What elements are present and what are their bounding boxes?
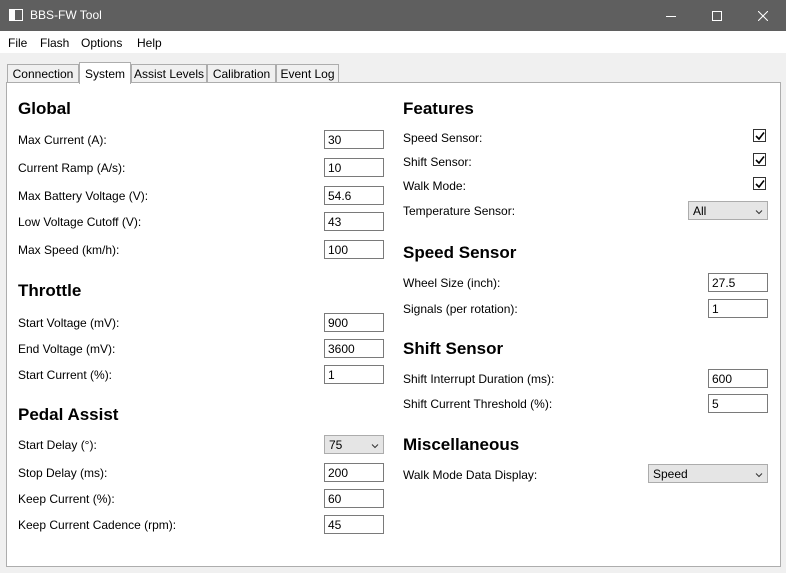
chevron-down-icon [755,205,763,219]
menu-bar: File Flash Options Help [0,31,786,53]
signals-label: Signals (per rotation): [403,302,518,316]
max-speed-input[interactable]: 100 [324,240,384,259]
checkmark-icon [755,132,765,141]
max-current-label: Max Current (A): [18,133,107,147]
signals-input[interactable]: 1 [708,299,768,318]
stop-delay-label: Stop Delay (ms): [18,466,108,480]
current-ramp-input[interactable]: 10 [324,158,384,177]
keep-current-input[interactable]: 60 [324,489,384,508]
start-delay-label: Start Delay (°): [18,438,97,452]
app-window-icon [9,9,23,21]
minimize-button[interactable] [648,0,694,31]
chevron-down-icon [371,439,379,453]
temperature-sensor-label: Temperature Sensor: [403,204,516,218]
walk-mode-data-display-select[interactable]: Speed [648,464,768,483]
end-voltage-input[interactable]: 3600 [324,339,384,358]
speed-sensor-heading: Speed Sensor [403,243,517,262]
max-battery-voltage-input[interactable]: 54.6 [324,186,384,205]
menu-options[interactable]: Options [81,36,122,50]
start-voltage-input[interactable]: 900 [324,313,384,332]
tab-calibration[interactable]: Calibration [207,64,276,83]
start-delay-value: 75 [329,438,343,452]
max-speed-label: Max Speed (km/h): [18,243,120,257]
walk-mode-checkbox[interactable] [753,177,766,190]
low-voltage-cutoff-input[interactable]: 43 [324,212,384,231]
start-voltage-label: Start Voltage (mV): [18,316,120,330]
temperature-sensor-select[interactable]: All [688,201,768,220]
shift-sensor-heading: Shift Sensor [403,339,504,358]
title-bar: BBS-FW Tool [0,0,786,31]
walk-mode-data-display-value: Speed [653,467,688,481]
end-voltage-label: End Voltage (mV): [18,342,116,356]
start-current-input[interactable]: 1 [324,365,384,384]
keep-current-cadence-label: Keep Current Cadence (rpm): [18,518,177,532]
features-heading: Features [403,99,474,118]
checkmark-icon [755,180,765,189]
global-heading: Global [18,99,71,118]
keep-current-label: Keep Current (%): [18,492,115,506]
menu-help[interactable]: Help [137,36,162,50]
walk-mode-label: Walk Mode: [403,179,466,193]
chevron-down-icon [755,468,763,482]
tab-connection[interactable]: Connection [7,64,79,83]
tab-strip: Connection System Assist Levels Calibrat… [0,53,786,84]
low-voltage-cutoff-label: Low Voltage Cutoff (V): [18,215,142,229]
keep-current-cadence-input[interactable]: 45 [324,515,384,534]
shift-interrupt-duration-label: Shift Interrupt Duration (ms): [403,372,555,386]
stop-delay-input[interactable]: 200 [324,463,384,482]
checkmark-icon [755,156,765,165]
speed-sensor-label: Speed Sensor: [403,131,483,145]
shift-interrupt-duration-input[interactable]: 600 [708,369,768,388]
pedal-assist-heading: Pedal Assist [18,405,119,424]
window-title: BBS-FW Tool [30,8,102,22]
shift-current-threshold-input[interactable]: 5 [708,394,768,413]
max-current-input[interactable]: 30 [324,130,384,149]
walk-mode-data-display-label: Walk Mode Data Display: [403,468,538,482]
shift-current-threshold-label: Shift Current Threshold (%): [403,397,553,411]
close-button[interactable] [740,0,786,31]
current-ramp-label: Current Ramp (A/s): [18,161,126,175]
wheel-size-label: Wheel Size (inch): [403,276,501,290]
start-delay-select[interactable]: 75 [324,435,384,454]
system-tab-panel: Global Max Current (A): 30 Current Ramp … [6,82,781,567]
tab-event-log[interactable]: Event Log [276,64,339,83]
shift-sensor-label: Shift Sensor: [403,155,472,169]
start-current-label: Start Current (%): [18,368,113,382]
speed-sensor-checkbox[interactable] [753,129,766,142]
temperature-sensor-value: All [693,204,707,218]
max-battery-voltage-label: Max Battery Voltage (V): [18,189,149,203]
menu-flash[interactable]: Flash [40,36,69,50]
menu-file[interactable]: File [8,36,27,50]
shift-sensor-checkbox[interactable] [753,153,766,166]
tab-assist-levels[interactable]: Assist Levels [131,64,207,83]
maximize-button[interactable] [694,0,740,31]
wheel-size-input[interactable]: 27.5 [708,273,768,292]
tab-system[interactable]: System [79,62,131,84]
throttle-heading: Throttle [18,281,82,300]
miscellaneous-heading: Miscellaneous [403,435,520,454]
